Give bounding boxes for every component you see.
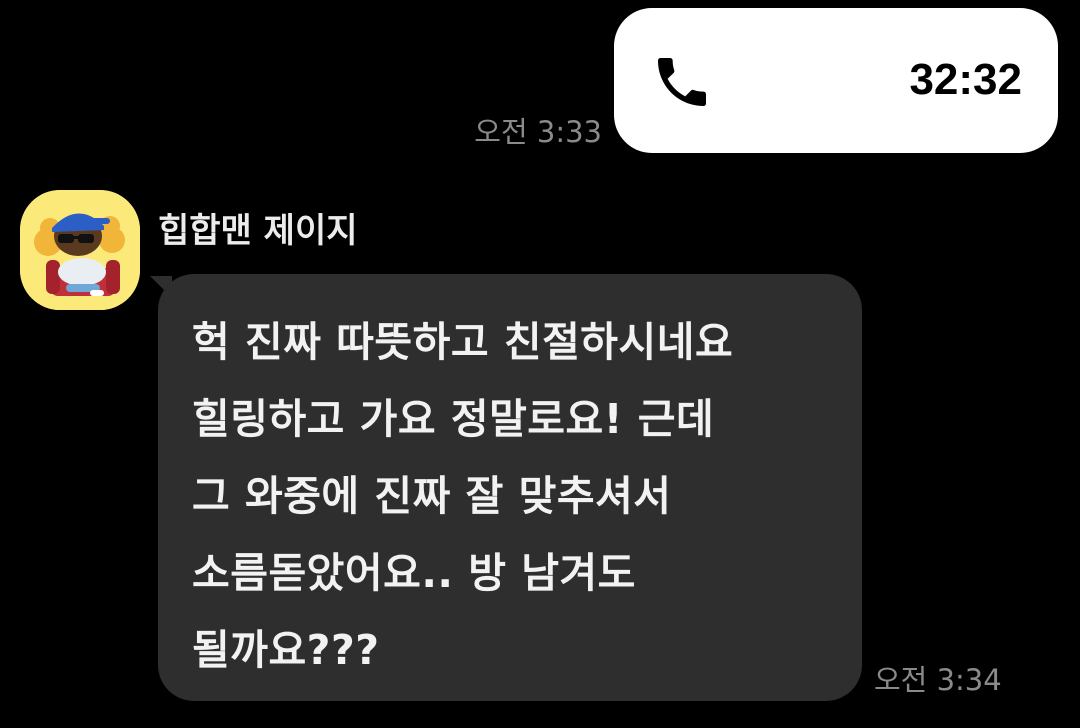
hiphop-character-avatar <box>20 190 140 310</box>
incoming-timestamp: 오전 3:34 <box>874 663 1002 697</box>
avatar[interactable] <box>20 190 140 310</box>
sender-name: 힙합맨 제이지 <box>158 211 358 251</box>
message-text: 헉 진짜 따뜻하고 친절하시네요 힐링하고 가요 정말로요! 근데 그 와중에 … <box>192 318 734 674</box>
call-duration: 32:32 <box>909 55 1022 104</box>
chat-screen: 32:32 오전 3:33 힙합맨 제이지 헉 진짜 따뜻하고 친절하시네요 힐… <box>0 0 1080 728</box>
phone-icon <box>658 58 706 106</box>
outgoing-timestamp: 오전 3:33 <box>474 115 602 149</box>
